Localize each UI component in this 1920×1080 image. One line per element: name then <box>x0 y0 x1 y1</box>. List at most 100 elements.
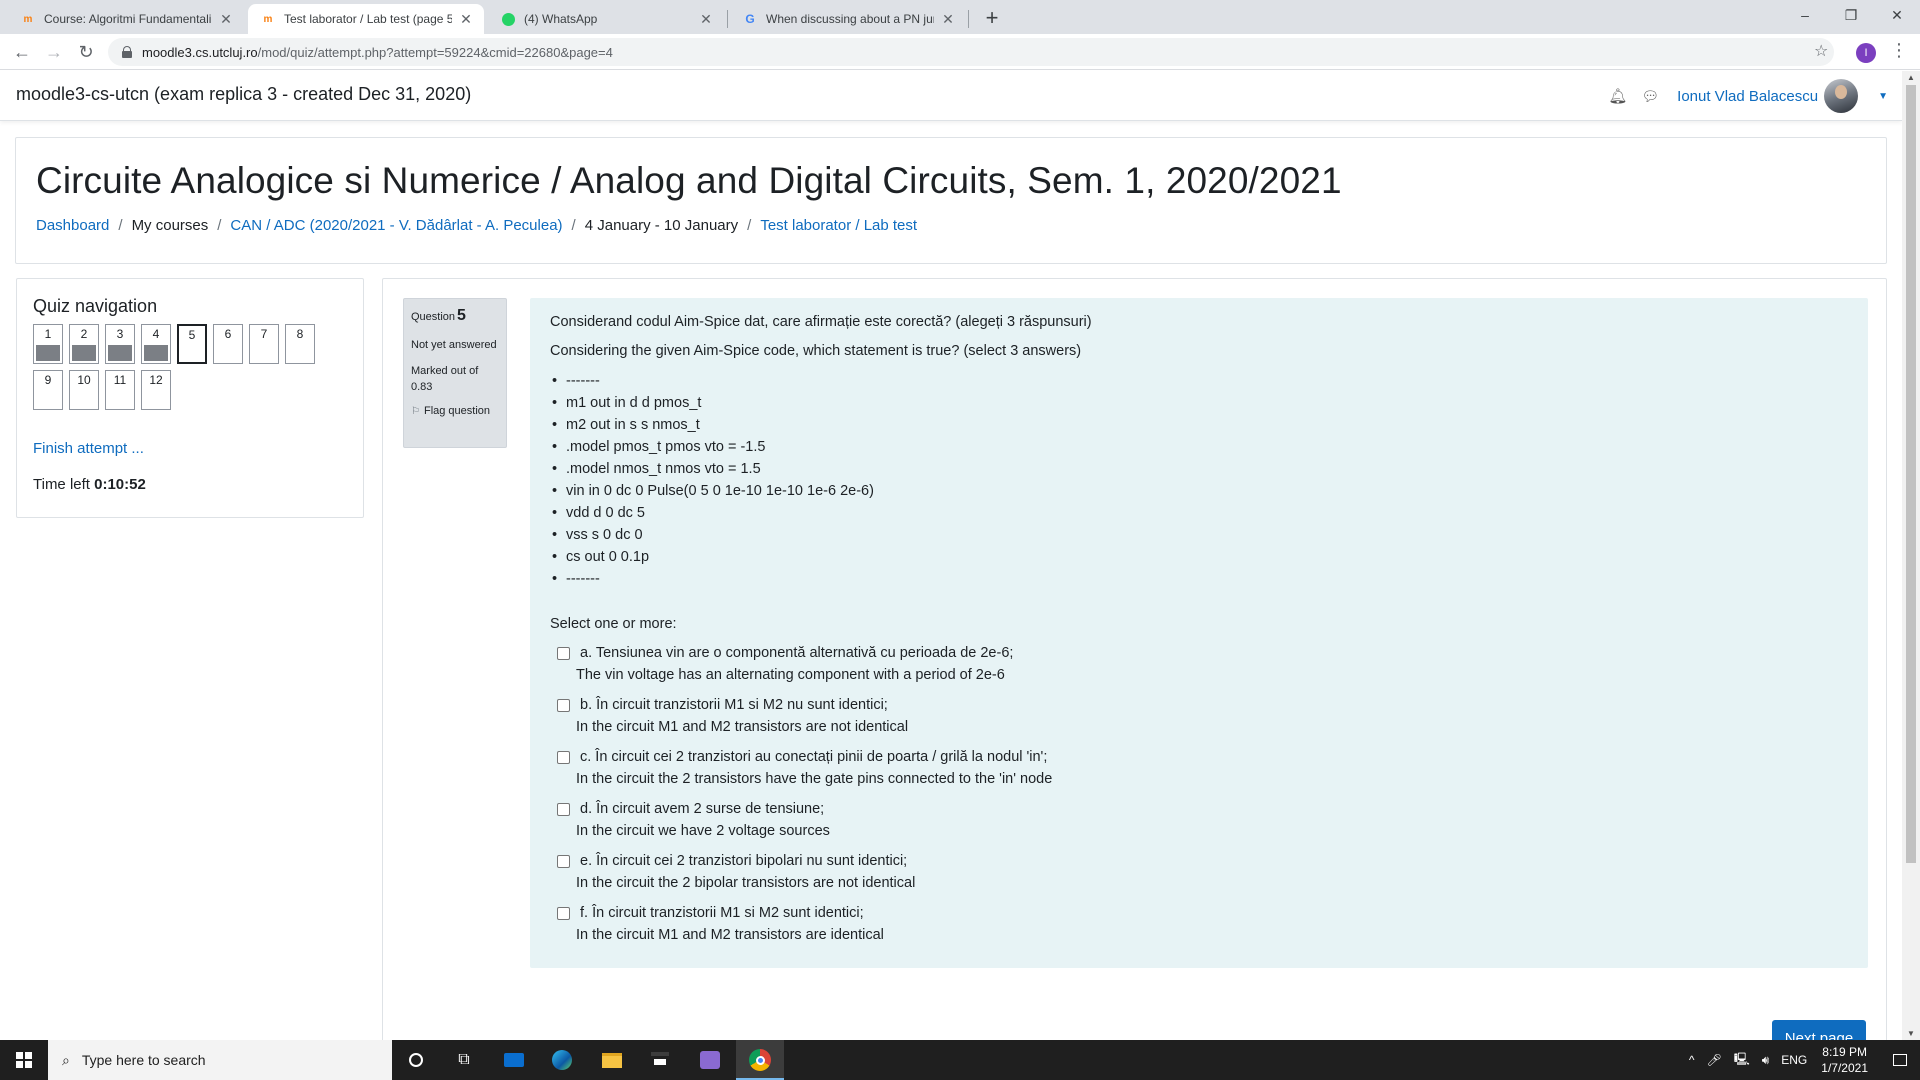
action-center-icon[interactable] <box>1880 1040 1920 1080</box>
breadcrumb-course[interactable]: CAN / ADC (2020/2021 - V. Dădârlat - A. … <box>230 217 562 234</box>
question-region: Question 5 Not yet answered Marked out of… <box>382 278 1887 1041</box>
scroll-up-icon[interactable]: ▲ <box>1902 71 1920 85</box>
site-name[interactable]: moodle3-cs-utcn (exam replica 3 - create… <box>16 84 471 105</box>
breadcrumb-dashboard[interactable]: Dashboard <box>36 217 109 234</box>
answer-option-f[interactable]: f. În circuit tranzistorii M1 si M2 sunt… <box>550 902 1848 946</box>
profile-avatar[interactable]: I <box>1856 43 1876 63</box>
browser-tab-2[interactable]: m Test laborator / Lab test (page 5 ✕ <box>248 4 484 34</box>
notifications-bell-icon[interactable]: 🔔︎ <box>1608 87 1627 105</box>
quiz-nav-question-7[interactable]: 7 <box>249 324 279 364</box>
code-line: vdd d 0 dc 5 <box>550 502 1848 524</box>
answer-checkbox[interactable] <box>557 751 570 764</box>
scrollbar-thumb[interactable] <box>1906 85 1916 863</box>
course-title: Circuite Analogice si Numerice / Analog … <box>36 160 1342 201</box>
quiz-nav-question-9[interactable]: 9 <box>33 370 63 410</box>
code-line: ------- <box>550 370 1848 392</box>
question-number: 7 <box>260 327 268 341</box>
answer-option-a[interactable]: a. Tensiunea vin are o componentă altern… <box>550 642 1848 686</box>
code-line: ------- <box>550 568 1848 590</box>
answer-option-e[interactable]: e. În circuit cei 2 tranzistori bipolari… <box>550 850 1848 894</box>
taskbar-clock[interactable]: 8:19 PM 1/7/2021 <box>1821 1044 1868 1076</box>
windows-taskbar: ⌕ Type here to search ⧉ ^ 🎤︎ 🖳 🔊︎ ENG 8:… <box>0 1040 1920 1080</box>
bookmark-star-icon[interactable]: ☆ <box>1814 41 1828 61</box>
task-view-icon[interactable]: ⧉ <box>440 1040 488 1080</box>
new-tab-button[interactable]: + <box>978 5 1006 31</box>
answer-checkbox[interactable] <box>557 855 570 868</box>
tab-separator <box>968 10 969 28</box>
page-scrollbar[interactable]: ▲ ▼ <box>1902 71 1920 1041</box>
browser-tab-1[interactable]: m Course: Algoritmi Fundamentali ✕ <box>8 4 244 34</box>
close-window-icon[interactable]: ✕ <box>1874 0 1920 30</box>
answer-checkbox[interactable] <box>557 803 570 816</box>
scroll-down-icon[interactable]: ▼ <box>1902 1027 1920 1041</box>
search-placeholder: Type here to search <box>81 1052 206 1068</box>
quiz-navigation-block: Quiz navigation 1 2 3 4 5 6 7 8 9 10 11 … <box>16 278 364 518</box>
moodle-navbar: moodle3-cs-utcn (exam replica 3 - create… <box>0 71 1902 121</box>
user-menu-area: 🔔︎ 💬︎ Ionut Vlad Balacescu ▼ <box>1608 79 1888 113</box>
answer-option-b[interactable]: b. În circuit tranzistorii M1 si M2 nu s… <box>550 694 1848 738</box>
start-button[interactable] <box>0 1040 48 1080</box>
messages-chat-icon[interactable]: 💬︎ <box>1641 88 1659 105</box>
quiz-nav-question-11[interactable]: 11 <box>105 370 135 410</box>
user-avatar[interactable] <box>1824 79 1859 113</box>
question-number: 10 <box>77 373 91 387</box>
finish-attempt-link[interactable]: Finish attempt ... <box>33 440 144 457</box>
flag-question-label: Flag question <box>423 405 491 417</box>
volume-icon[interactable]: 🔊︎ <box>1762 1053 1770 1068</box>
answer-option-d[interactable]: d. În circuit avem 2 surse de tensiune; … <box>550 798 1848 842</box>
close-tab-icon[interactable]: ✕ <box>940 11 956 28</box>
edge-icon[interactable] <box>538 1040 586 1080</box>
code-line: cs out 0 0.1p <box>550 546 1848 568</box>
quiz-nav-question-5[interactable]: 5 <box>177 324 207 364</box>
microphone-icon[interactable]: 🎤︎ <box>1706 1053 1721 1067</box>
clock-date: 1/7/2021 <box>1821 1061 1868 1075</box>
browser-menu-icon[interactable]: ⋮ <box>1890 40 1908 61</box>
search-icon: ⌕ <box>62 1051 70 1068</box>
quiz-nav-question-10[interactable]: 10 <box>69 370 99 410</box>
question-number: 9 <box>44 373 52 387</box>
quiz-nav-question-2[interactable]: 2 <box>69 324 99 364</box>
close-tab-icon[interactable]: ✕ <box>698 11 714 28</box>
quiz-nav-question-6[interactable]: 6 <box>213 324 243 364</box>
forward-icon[interactable]: → <box>42 40 66 64</box>
close-tab-icon[interactable]: ✕ <box>218 11 234 28</box>
messaging-app-icon[interactable] <box>686 1040 734 1080</box>
answer-checkbox[interactable] <box>557 699 570 712</box>
reload-icon[interactable]: ↻ <box>74 40 98 64</box>
minimize-icon[interactable]: – <box>1782 0 1828 30</box>
language-indicator[interactable]: ENG <box>1781 1053 1807 1067</box>
network-icon[interactable]: 🖳 <box>1734 1050 1750 1071</box>
show-hidden-icons-icon[interactable]: ^ <box>1689 1053 1695 1067</box>
user-menu-caret-icon[interactable]: ▼ <box>1878 91 1888 102</box>
browser-tab-4[interactable]: G When discussing about a PN junc ✕ <box>730 4 966 34</box>
tab-title: When discussing about a PN junc <box>766 12 934 26</box>
mail-icon[interactable] <box>490 1040 538 1080</box>
answer-checkbox[interactable] <box>557 907 570 920</box>
restore-icon[interactable]: ❐ <box>1828 0 1874 30</box>
cortana-icon[interactable] <box>392 1040 440 1080</box>
browser-tab-3[interactable]: (4) WhatsApp ✕ <box>488 4 724 34</box>
answer-option-c[interactable]: c. În circuit cei 2 tranzistori au conec… <box>550 746 1848 790</box>
quiz-nav-question-3[interactable]: 3 <box>105 324 135 364</box>
quiz-nav-question-8[interactable]: 8 <box>285 324 315 364</box>
breadcrumb-quiz[interactable]: Test laborator / Lab test <box>760 217 917 234</box>
flag-question-button[interactable]: ⚐ Flag question <box>411 405 499 417</box>
url-path: /mod/quiz/attempt.php?attempt=59224&cmid… <box>257 44 613 60</box>
question-number: 5 <box>457 307 466 324</box>
quiz-nav-question-4[interactable]: 4 <box>141 324 171 364</box>
taskbar-search-box[interactable]: ⌕ Type here to search <box>48 1040 392 1080</box>
question-number: 2 <box>80 327 88 341</box>
answer-checkbox[interactable] <box>557 647 570 660</box>
clock-time: 8:19 PM <box>1822 1045 1867 1059</box>
quiz-nav-question-12[interactable]: 12 <box>141 370 171 410</box>
user-name[interactable]: Ionut Vlad Balacescu <box>1677 88 1818 105</box>
question-number: 5 <box>188 328 196 342</box>
chrome-icon[interactable] <box>736 1040 784 1080</box>
close-tab-icon[interactable]: ✕ <box>458 11 474 28</box>
address-bar[interactable]: moodle3.cs.utcluj.ro/mod/quiz/attempt.ph… <box>108 38 1834 66</box>
question-number: 6 <box>224 327 232 341</box>
store-icon[interactable] <box>636 1040 684 1080</box>
file-explorer-icon[interactable] <box>588 1040 636 1080</box>
back-icon[interactable]: ← <box>10 40 34 64</box>
quiz-nav-question-1[interactable]: 1 <box>33 324 63 364</box>
